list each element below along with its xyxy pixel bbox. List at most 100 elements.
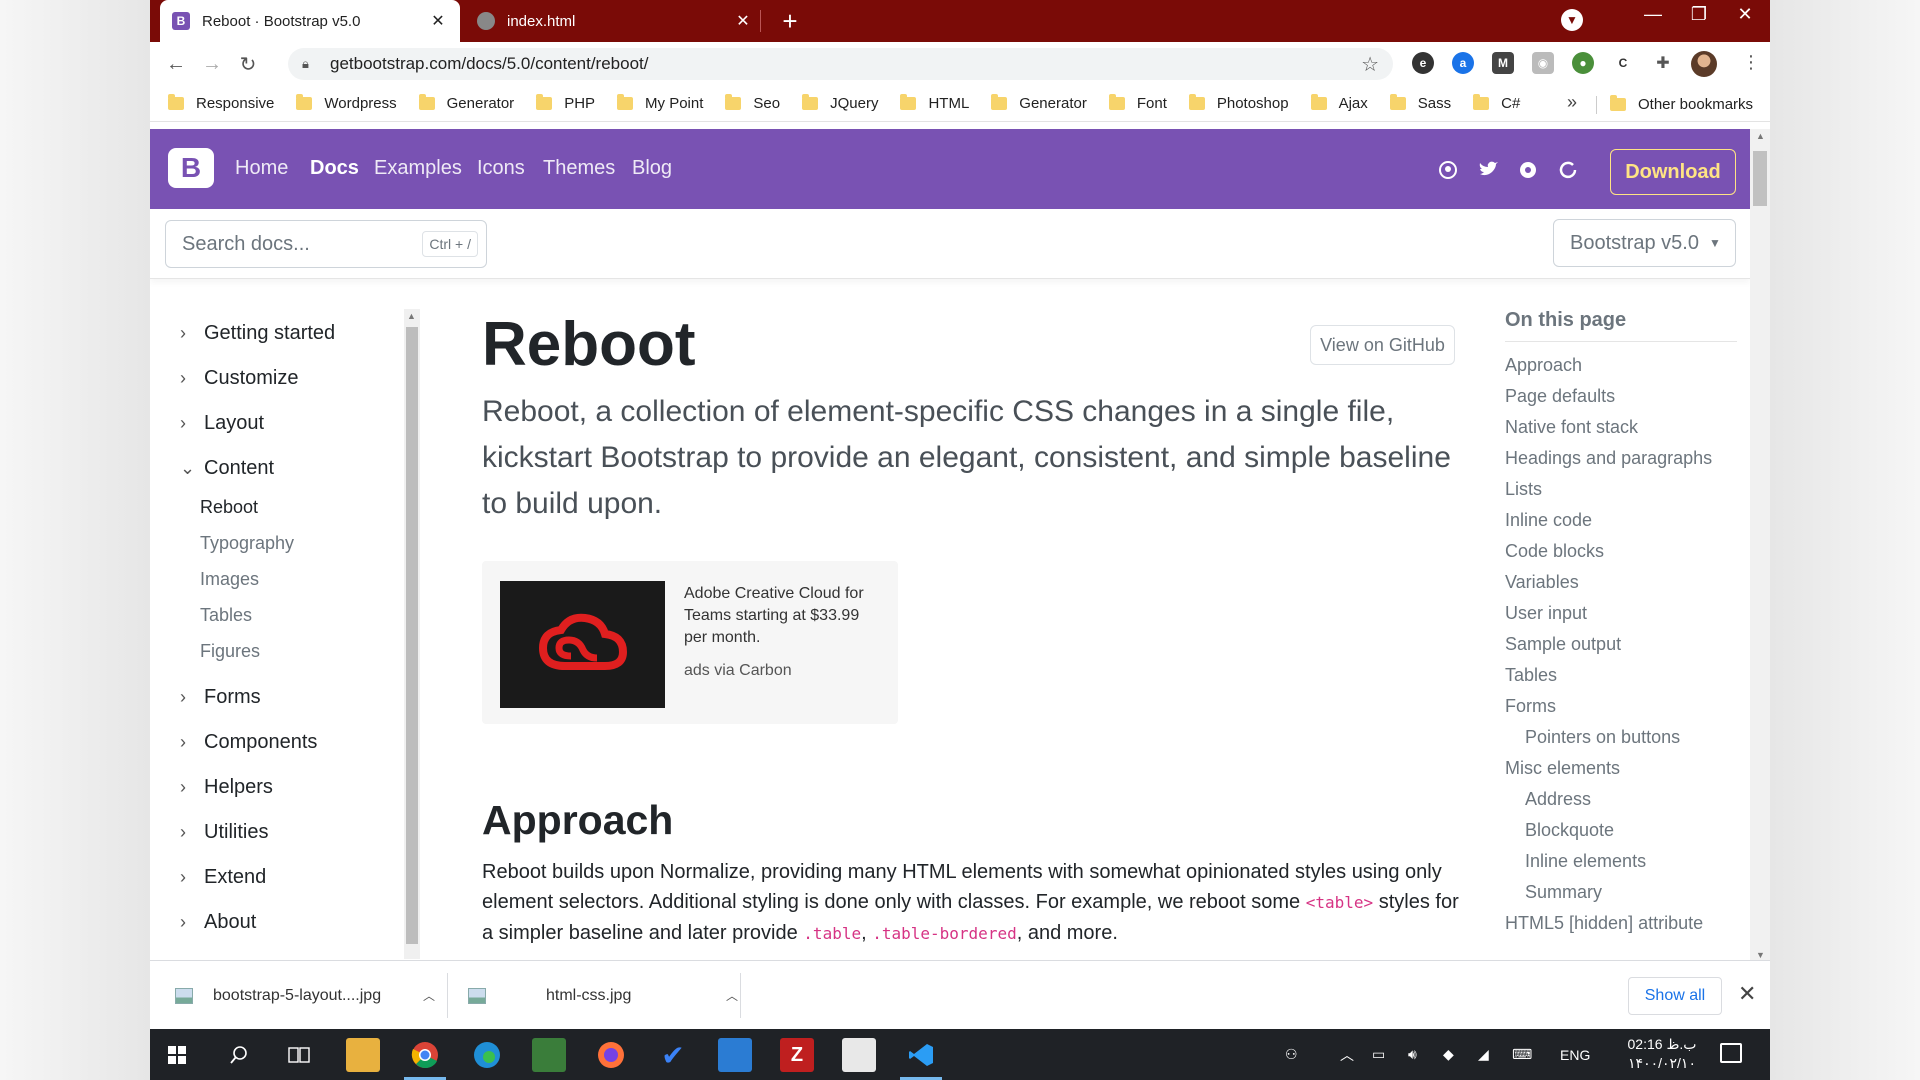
bookmark-folder[interactable]: Sass [1389,94,1451,112]
close-tab-icon[interactable]: ✕ [428,11,448,31]
download-item[interactable]: bootstrap-5-layout....jpg ︿ [175,961,435,1030]
battery-icon[interactable]: ▭ [1372,1029,1385,1080]
sidebar-item-reboot[interactable]: Reboot [200,497,258,518]
profile-avatar[interactable] [1691,51,1717,77]
nav-docs[interactable]: Docs [310,157,359,180]
bootstrap-logo[interactable]: B [168,148,214,188]
sidebar-item-figures[interactable]: Figures [200,641,260,662]
toc-subitem[interactable]: Address [1525,789,1591,810]
toc-subitem[interactable]: Inline elements [1525,851,1646,872]
toc-item[interactable]: HTML5 [hidden] attribute [1505,913,1703,934]
toc-item[interactable]: Tables [1505,665,1557,686]
toc-item[interactable]: Inline code [1505,510,1592,531]
filezilla-icon[interactable]: Z [780,1038,814,1072]
file-explorer-icon[interactable] [346,1038,380,1072]
keyboard-icon[interactable]: ⌨ [1512,1029,1532,1080]
nav-examples[interactable]: Examples [374,157,462,180]
image-editor-icon[interactable] [532,1038,566,1072]
toc-item[interactable]: Page defaults [1505,386,1615,407]
extension-icon[interactable]: M [1492,52,1514,74]
sidebar-item-tables[interactable]: Tables [200,605,252,626]
sidebar-extend[interactable]: › Extend [180,866,266,889]
firefox-icon[interactable] [594,1038,628,1072]
toc-item[interactable]: Native font stack [1505,417,1638,438]
twitter-icon[interactable] [1477,159,1499,181]
sidebar-item-typography[interactable]: Typography [200,533,294,554]
todo-icon[interactable]: ✔ [656,1038,690,1072]
forward-button[interactable]: → [198,50,226,78]
sidebar-layout[interactable]: › Layout [180,412,264,435]
sidebar-getting-started[interactable]: › Getting started [180,322,335,345]
toc-item[interactable]: User input [1505,603,1587,624]
toc-item[interactable]: Sample output [1505,634,1621,655]
puzzle-extensions-icon[interactable]: ✚ [1652,52,1674,74]
toc-subitem[interactable]: Summary [1525,882,1602,903]
toc-subitem[interactable]: Blockquote [1525,820,1614,841]
address-bar[interactable]: 🔒︎ getbootstrap.com/docs/5.0/content/reb… [288,48,1393,80]
opencollective-icon[interactable] [1517,159,1539,181]
scrollbar-thumb[interactable] [406,327,418,944]
toc-item[interactable]: Approach [1505,355,1582,376]
download-button[interactable]: Download [1610,149,1736,195]
task-view-icon[interactable] [282,1038,316,1072]
close-window-button[interactable]: ✕ [1722,4,1768,25]
scroll-up-arrow-icon[interactable]: ▲ [407,311,416,321]
extension-icon[interactable]: ● [1572,52,1594,74]
windows-start-icon[interactable] [160,1038,194,1072]
toc-item[interactable]: Misc elements [1505,758,1620,779]
language-indicator[interactable]: ENG [1560,1029,1590,1080]
toc-subitem[interactable]: Pointers on buttons [1525,727,1680,748]
sidebar-item-images[interactable]: Images [200,569,259,590]
bookmark-folder[interactable]: Generator [418,94,514,112]
network-icon[interactable]: ◢ [1478,1029,1489,1080]
carbon-ad[interactable]: Adobe Creative Cloud for Teams starting … [482,561,898,724]
dropbox-icon[interactable]: ◆ [1443,1029,1454,1080]
extension-icon[interactable]: e [1412,52,1434,74]
sidebar-customize[interactable]: › Customize [180,367,298,390]
show-all-button[interactable]: Show all [1628,977,1722,1015]
tab-index[interactable]: index.html ✕ [465,0,765,42]
extension-icon[interactable]: C [1612,52,1634,74]
sidebar-helpers[interactable]: › Helpers [180,776,273,799]
volume-icon[interactable]: 🔊︎ [1408,1029,1417,1080]
toc-item[interactable]: Code blocks [1505,541,1604,562]
bookmark-folder[interactable]: PHP [536,94,595,112]
close-download-bar-icon[interactable]: ✕ [1738,981,1756,1007]
github-icon[interactable] [1437,159,1459,181]
download-item[interactable]: html-css.jpg ︿ [468,961,738,1030]
new-tab-button[interactable]: + [775,6,805,37]
bookmark-folder[interactable]: JQuery [802,94,878,112]
nav-home[interactable]: Home [235,157,288,180]
search-icon[interactable] [222,1038,256,1072]
bookmark-folder[interactable]: Photoshop [1188,94,1289,112]
camera-extension-icon[interactable]: ◉ [1532,52,1554,74]
other-bookmarks[interactable]: Other bookmarks [1610,86,1753,122]
chevron-up-icon[interactable]: ︿ [423,987,435,1004]
bookmark-folder[interactable]: My Point [617,94,703,112]
toc-item[interactable]: Headings and paragraphs [1505,448,1712,469]
extension-icon[interactable]: a [1452,52,1474,74]
reload-button[interactable]: ↻ [234,50,262,78]
bookmark-folder[interactable]: HTML [900,94,969,112]
sidebar-about[interactable]: › About [180,911,256,934]
sidebar-utilities[interactable]: › Utilities [180,821,268,844]
toc-item[interactable]: Variables [1505,572,1579,593]
app-icon[interactable] [842,1038,876,1072]
tab-search-icon[interactable]: ▼ [1561,9,1583,31]
bookmark-folder[interactable]: Seo [725,94,780,112]
people-icon[interactable]: ⚇ [1285,1029,1298,1080]
sidebar-content[interactable]: ⌄ Content [180,457,274,480]
chevron-up-icon[interactable]: ︿ [726,987,738,1004]
edge-icon[interactable] [470,1038,504,1072]
restore-button[interactable]: ❐ [1676,4,1722,25]
scrollbar-thumb[interactable] [1753,151,1767,206]
bookmark-folder[interactable]: Ajax [1310,94,1368,112]
ads-via-carbon[interactable]: ads via Carbon [684,662,792,680]
chrome-icon[interactable] [408,1038,442,1072]
tab-reboot[interactable]: B Reboot · Bootstrap v5.0 ✕ [160,0,460,42]
more-bookmarks-button[interactable]: » [1567,92,1577,113]
close-tab-icon[interactable]: ✕ [733,11,753,31]
bookmark-folder[interactable]: Wordpress [296,94,397,112]
show-hidden-icons[interactable]: ︿ [1340,1029,1354,1080]
bookmark-star-icon[interactable]: ☆ [1361,52,1379,77]
